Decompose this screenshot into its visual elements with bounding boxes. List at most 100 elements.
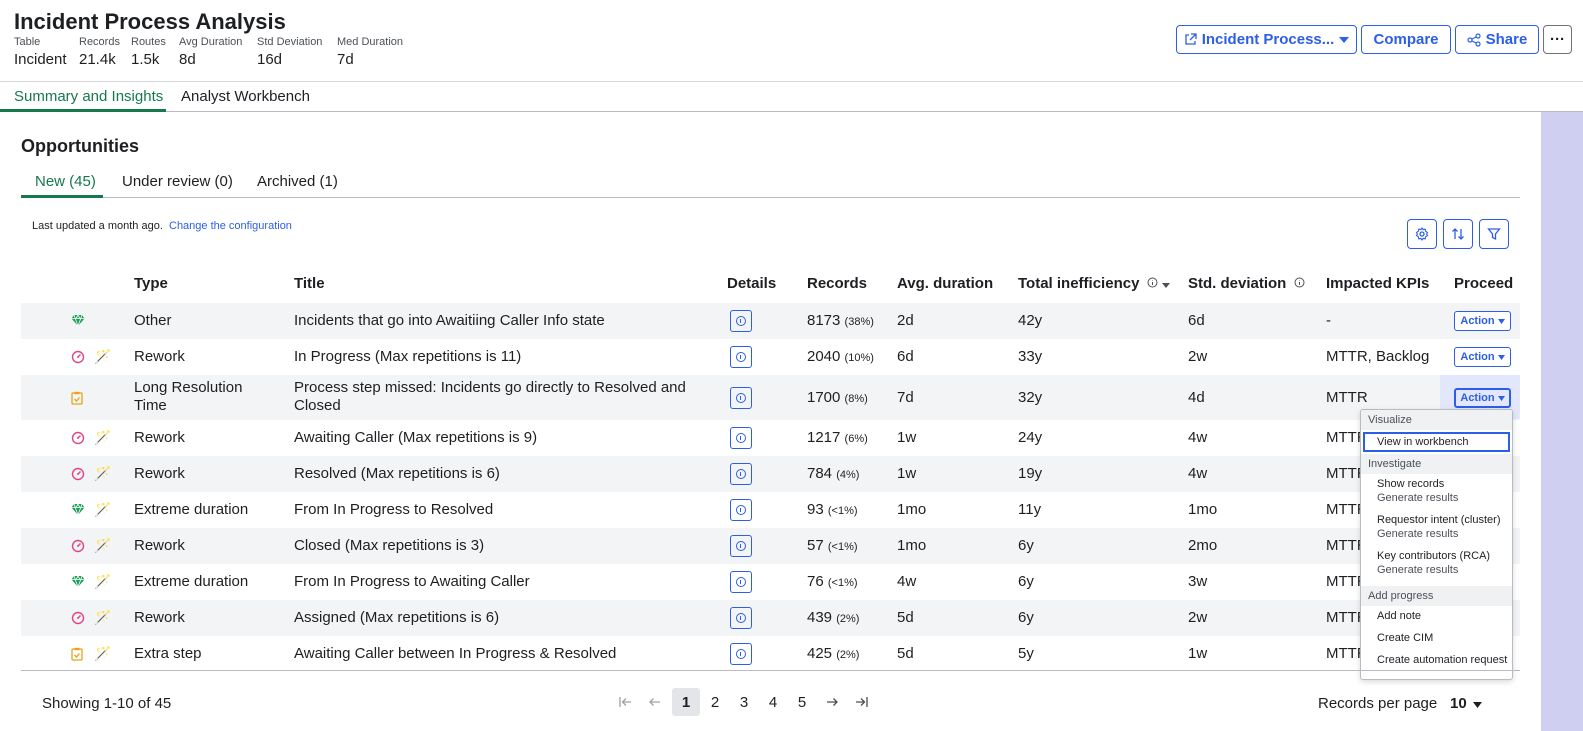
- title-cell: Process step missed: Incidents go direct…: [294, 379, 686, 415]
- share-label: Share: [1485, 31, 1528, 48]
- records-cell: 2040 (10%): [807, 348, 874, 365]
- std-deviation-cell: 1mo: [1188, 501, 1218, 518]
- type-text: Other: [134, 312, 172, 329]
- process-select-button[interactable]: Incident Process...: [1176, 25, 1357, 54]
- avg-duration-cell: 4w: [897, 573, 917, 590]
- menu-item-add-note[interactable]: Add note: [1377, 610, 1421, 622]
- table-row: 🪄 Rework Awaiting Caller (Max repetitions …: [21, 420, 1520, 456]
- total-inefficiency-cell: 5y: [1018, 645, 1034, 662]
- type-cell: Other: [134, 312, 172, 330]
- tab-archived[interactable]: Archived (1): [257, 173, 338, 190]
- action-button[interactable]: Action: [1454, 311, 1511, 331]
- type-text: Extra step: [134, 645, 202, 662]
- details-button[interactable]: [730, 607, 752, 629]
- more-options-button[interactable]: ···: [1543, 25, 1572, 54]
- info-icon: [736, 613, 746, 623]
- page-title: Incident Process Analysis: [14, 9, 286, 34]
- details-button[interactable]: [730, 463, 752, 485]
- details-button[interactable]: [730, 535, 752, 557]
- menu-item-requestor-intent[interactable]: Requestor intent (cluster) Generate resu…: [1377, 514, 1501, 540]
- last-page-button[interactable]: [847, 688, 875, 716]
- magic-wand-icon: 🪄: [94, 645, 112, 661]
- menu-item-label: Requestor intent (cluster): [1377, 514, 1501, 526]
- menu-item-sublabel: Generate results: [1377, 528, 1459, 540]
- stat-label: Med Duration: [337, 36, 404, 48]
- page-button-4[interactable]: 4: [759, 688, 787, 716]
- info-icon: [736, 393, 746, 403]
- action-button[interactable]: Action: [1454, 388, 1511, 408]
- menu-item-create-cim[interactable]: Create CIM: [1377, 632, 1433, 644]
- stat-label: Routes: [131, 36, 166, 48]
- impacted-kpis-cell: -: [1326, 312, 1331, 329]
- next-page-button[interactable]: [818, 688, 846, 716]
- caret-down-icon: [1497, 395, 1505, 401]
- table-row: Long Resolution Time Process step missed: …: [21, 375, 1520, 420]
- menu-group-investigate: Investigate: [1361, 454, 1512, 474]
- details-button[interactable]: [730, 427, 752, 449]
- page-button-2[interactable]: 2: [701, 688, 729, 716]
- type-cell: Long Resolution Time: [134, 379, 242, 415]
- info-icon: [736, 541, 746, 551]
- records-value: 93: [807, 501, 824, 518]
- info-icon: [736, 433, 746, 443]
- title-text: Closed (Max repetitions is 3): [294, 537, 485, 554]
- action-label: Action: [1460, 315, 1495, 327]
- total-inefficiency-cell: 19y: [1018, 465, 1043, 482]
- records-percent: (6%): [844, 433, 868, 445]
- menu-item-show-records[interactable]: Show records Generate results: [1377, 478, 1458, 504]
- type-text: Rework: [134, 537, 185, 554]
- records-value: 1700: [807, 389, 841, 406]
- settings-button[interactable]: [1407, 219, 1437, 249]
- avg-duration-cell: 1mo: [897, 537, 927, 554]
- share-icon: [1467, 32, 1481, 47]
- std-deviation-cell: 2mo: [1188, 537, 1218, 554]
- avg-duration-cell: 1mo: [897, 501, 927, 518]
- title-text: From In Progress to Awaiting Caller: [294, 573, 530, 590]
- action-button[interactable]: Action: [1454, 347, 1511, 367]
- menu-item-view-in-workbench[interactable]: View in workbench: [1363, 432, 1510, 452]
- tab-new[interactable]: New (45): [35, 173, 96, 190]
- details-button[interactable]: [730, 643, 752, 665]
- info-icon: [736, 469, 746, 479]
- gauge-icon: [71, 467, 85, 481]
- sort-button[interactable]: [1443, 219, 1473, 249]
- first-page-button[interactable]: [612, 688, 640, 716]
- title-text: Incidents that go into Awaitiing Caller …: [294, 312, 605, 329]
- total-inefficiency-cell: 11y: [1018, 501, 1042, 518]
- clipboard-icon: [71, 647, 85, 661]
- records-per-page-select[interactable]: 10: [1450, 695, 1482, 712]
- share-button[interactable]: Share: [1455, 25, 1539, 54]
- filter-button[interactable]: [1479, 219, 1509, 249]
- previous-page-button[interactable]: [641, 688, 669, 716]
- menu-item-sublabel: Generate results: [1377, 492, 1459, 504]
- gauge-icon: [71, 611, 85, 625]
- compare-button[interactable]: Compare: [1361, 25, 1451, 54]
- details-button[interactable]: [730, 571, 752, 593]
- details-button[interactable]: [730, 499, 752, 521]
- table-row: 🪄 Rework Resolved (Max repetitions is 6) 78…: [21, 456, 1520, 492]
- records-percent: (10%): [844, 352, 874, 364]
- tab-under-review[interactable]: Under review (0): [122, 173, 233, 190]
- column-header-total-inefficiency[interactable]: Total inefficiency: [1018, 275, 1170, 292]
- records-cell: 439 (2%): [807, 609, 859, 626]
- type-text: Long Resolution: [134, 379, 243, 396]
- menu-item-key-contributors[interactable]: Key contributors (RCA) Generate results: [1377, 550, 1490, 576]
- type-text: Rework: [134, 609, 185, 626]
- page-button-3[interactable]: 3: [730, 688, 758, 716]
- details-button[interactable]: [730, 346, 752, 368]
- stat-value: 7d: [337, 51, 354, 68]
- page-button-5[interactable]: 5: [788, 688, 816, 716]
- change-configuration-link[interactable]: Change the configuration: [169, 220, 292, 232]
- tab-analyst-workbench[interactable]: Analyst Workbench: [181, 88, 310, 105]
- pagination-summary: Showing 1-10 of 45: [42, 695, 172, 712]
- menu-item-create-automation-request[interactable]: Create automation request: [1377, 654, 1507, 666]
- tab-summary-insights[interactable]: Summary and Insights: [14, 88, 163, 105]
- gear-icon: [1415, 227, 1429, 241]
- details-button[interactable]: [730, 310, 752, 332]
- records-value: 2040: [807, 348, 841, 365]
- details-button[interactable]: [730, 387, 752, 409]
- total-inefficiency-cell: 6y: [1018, 537, 1034, 554]
- title-cell: Assigned (Max repetitions is 6): [294, 609, 499, 627]
- action-label: Action: [1460, 392, 1495, 404]
- page-button-1[interactable]: 1: [672, 688, 700, 716]
